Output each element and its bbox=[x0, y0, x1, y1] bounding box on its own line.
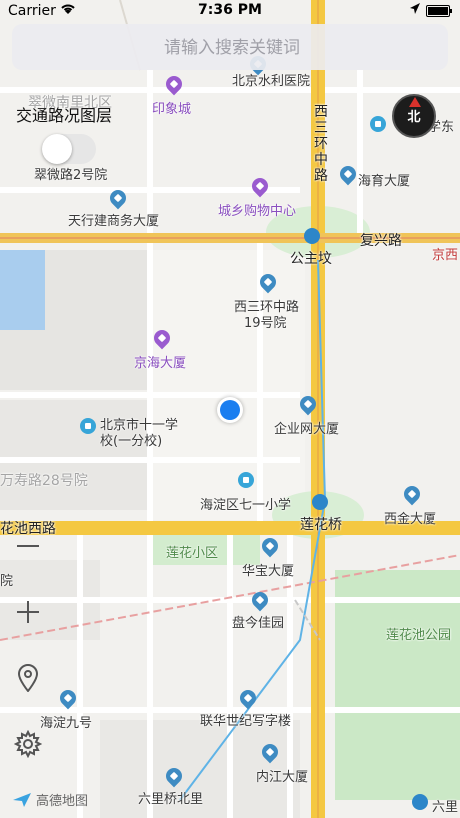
map-label: 印象城 bbox=[152, 102, 192, 117]
subway-icon[interactable] bbox=[412, 794, 428, 810]
amap-logo-text: 高德地图 bbox=[36, 794, 89, 809]
map-label: 校(一分校) bbox=[100, 434, 163, 449]
gear-icon bbox=[14, 730, 42, 758]
map-label: 翠微路2号院 bbox=[34, 168, 108, 183]
status-bar: Carrier 7:36 PM bbox=[0, 0, 460, 22]
traffic-layer-label: 交通路况图层 bbox=[16, 106, 113, 125]
road-label: 西三环中路 bbox=[314, 104, 328, 184]
map-label: 西金大厦 bbox=[384, 512, 437, 527]
map-label: 六里桥北里 bbox=[138, 792, 204, 807]
map-label: 万寿路28号院 bbox=[0, 473, 88, 489]
school-icon[interactable] bbox=[80, 418, 96, 434]
toggle-knob bbox=[42, 134, 72, 164]
road-label: 复兴路 bbox=[360, 233, 402, 249]
settings-button[interactable] bbox=[12, 728, 44, 760]
subway-icon[interactable] bbox=[312, 494, 328, 510]
map-label: 海淀区七一小学 bbox=[200, 498, 292, 513]
map-label: 盘今佳园 bbox=[232, 616, 285, 631]
map-label: 公主坟 bbox=[290, 251, 332, 267]
map-label: 联华世纪写字楼 bbox=[200, 714, 292, 729]
minus-icon bbox=[17, 545, 39, 547]
amap-logo: 高德地图 bbox=[12, 790, 88, 809]
zoom-out-button[interactable] bbox=[12, 530, 44, 562]
locate-button[interactable] bbox=[12, 662, 44, 694]
map-label: 京海大厦 bbox=[134, 356, 187, 371]
search-bar[interactable] bbox=[12, 24, 452, 72]
plus-icon bbox=[17, 601, 39, 623]
map-label: 华宝大厦 bbox=[242, 564, 295, 579]
map-label: 莲花小区 bbox=[166, 546, 219, 561]
map-label: 城乡购物中心 bbox=[218, 204, 297, 219]
map-label: 海淀九号 bbox=[40, 716, 93, 731]
map-label: 莲花池公园 bbox=[386, 628, 452, 643]
park-green bbox=[335, 570, 460, 800]
map-label: 企业网大厦 bbox=[274, 422, 340, 437]
map-label: 海育大厦 bbox=[358, 174, 411, 189]
search-input[interactable] bbox=[12, 24, 452, 72]
school-icon[interactable] bbox=[238, 472, 254, 488]
map-label: 天行建商务大厦 bbox=[68, 214, 160, 229]
map-label: 莲花桥 bbox=[300, 517, 342, 533]
map-label: 院 bbox=[0, 574, 14, 589]
map-label: 19号院 bbox=[244, 316, 287, 331]
compass-icon[interactable]: 北 bbox=[392, 94, 436, 138]
user-location-dot[interactable] bbox=[217, 397, 243, 423]
battery-icon bbox=[426, 5, 452, 17]
subway-icon[interactable] bbox=[304, 228, 320, 244]
amap-logo-icon bbox=[13, 792, 31, 807]
compass-north-label: 北 bbox=[407, 110, 421, 125]
map-label: 内江大厦 bbox=[256, 770, 309, 785]
zoom-in-button[interactable] bbox=[12, 596, 44, 628]
location-arrow-icon bbox=[410, 3, 420, 19]
map-label: 京西 bbox=[432, 248, 459, 263]
school-icon[interactable] bbox=[370, 116, 386, 132]
clock: 7:36 PM bbox=[198, 2, 262, 18]
map-label: 六里 bbox=[432, 800, 459, 815]
water-area bbox=[0, 250, 45, 330]
traffic-layer-toggle[interactable] bbox=[42, 134, 96, 164]
map-label: 北京水利医院 bbox=[232, 74, 311, 89]
location-pin-icon bbox=[17, 664, 39, 692]
